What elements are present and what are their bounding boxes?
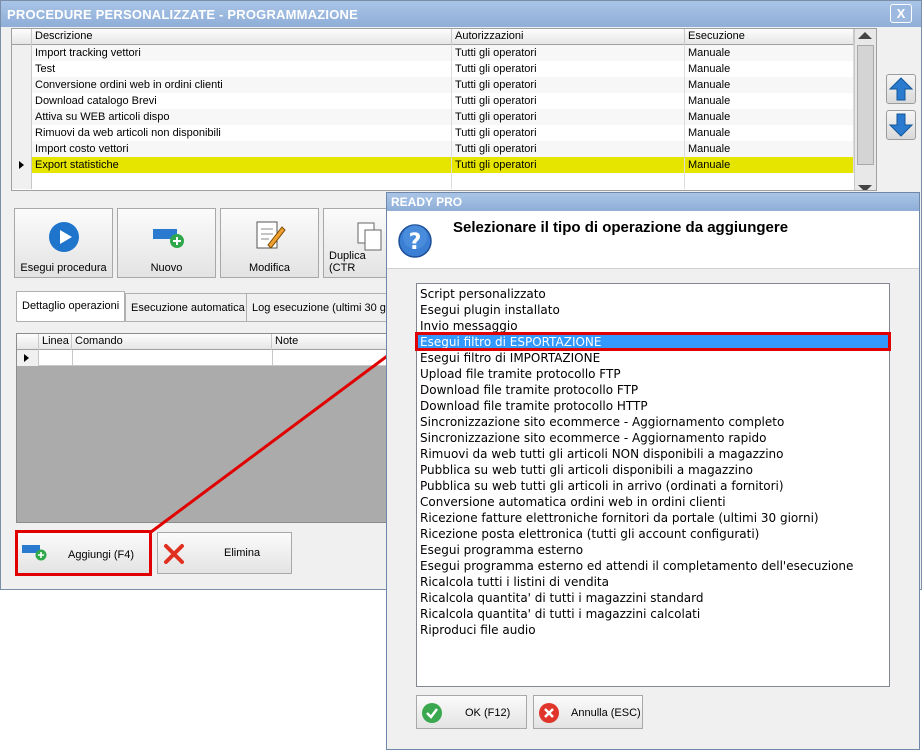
list-item[interactable]: Ricalcola quantita' di tutti i magazzini… xyxy=(417,606,889,622)
list-item[interactable]: Ricezione posta elettronica (tutti gli a… xyxy=(417,526,889,542)
selection-highlight-box xyxy=(415,332,891,351)
ok-icon xyxy=(422,703,442,723)
list-item[interactable]: Riproduci file audio xyxy=(417,622,889,638)
svg-text:?: ? xyxy=(409,230,422,255)
list-item[interactable]: Ricezione fatture elettroniche fornitori… xyxy=(417,510,889,526)
dialog-heading: Selezionare il tipo di operazione da agg… xyxy=(453,219,789,236)
list-item[interactable]: Sincronizzazione sito ecommerce - Aggior… xyxy=(417,430,889,446)
list-item[interactable]: Ricalcola tutti i listini di vendita xyxy=(417,574,889,590)
dialog-header: ? Selezionare il tipo di operazione da a… xyxy=(387,211,919,269)
ok-button[interactable]: OK (F12) xyxy=(416,695,527,729)
list-item[interactable]: Ricalcola quantita' di tutti i magazzini… xyxy=(417,590,889,606)
list-item[interactable]: Esegui programma esterno ed attendi il c… xyxy=(417,558,889,574)
list-item[interactable]: Esegui plugin installato xyxy=(417,302,889,318)
list-item[interactable]: Sincronizzazione sito ecommerce - Aggior… xyxy=(417,414,889,430)
list-item[interactable]: Pubblica su web tutti gli articoli in ar… xyxy=(417,478,889,494)
list-item[interactable]: Script personalizzato xyxy=(417,286,889,302)
operation-type-dialog: READY PRO ? Selezionare il tipo di opera… xyxy=(386,192,920,750)
list-item[interactable]: Rimuovi da web tutti gli articoli NON di… xyxy=(417,446,889,462)
list-item[interactable]: Upload file tramite protocollo FTP xyxy=(417,366,889,382)
cancel-icon xyxy=(539,703,559,723)
cancel-label: Annulla (ESC) xyxy=(571,707,641,719)
list-item[interactable]: Pubblica su web tutti gli articoli dispo… xyxy=(417,462,889,478)
dialog-title: READY PRO xyxy=(387,193,919,211)
cancel-button[interactable]: Annulla (ESC) xyxy=(533,695,643,729)
ok-label: OK (F12) xyxy=(465,707,511,719)
question-icon: ? xyxy=(398,224,432,258)
list-item[interactable]: Esegui programma esterno xyxy=(417,542,889,558)
list-item[interactable]: Conversione automatica ordini web in ord… xyxy=(417,494,889,510)
list-item[interactable]: Download file tramite protocollo HTTP xyxy=(417,398,889,414)
list-item[interactable]: Download file tramite protocollo FTP xyxy=(417,382,889,398)
list-item[interactable]: Esegui filtro di IMPORTAZIONE xyxy=(417,350,889,366)
